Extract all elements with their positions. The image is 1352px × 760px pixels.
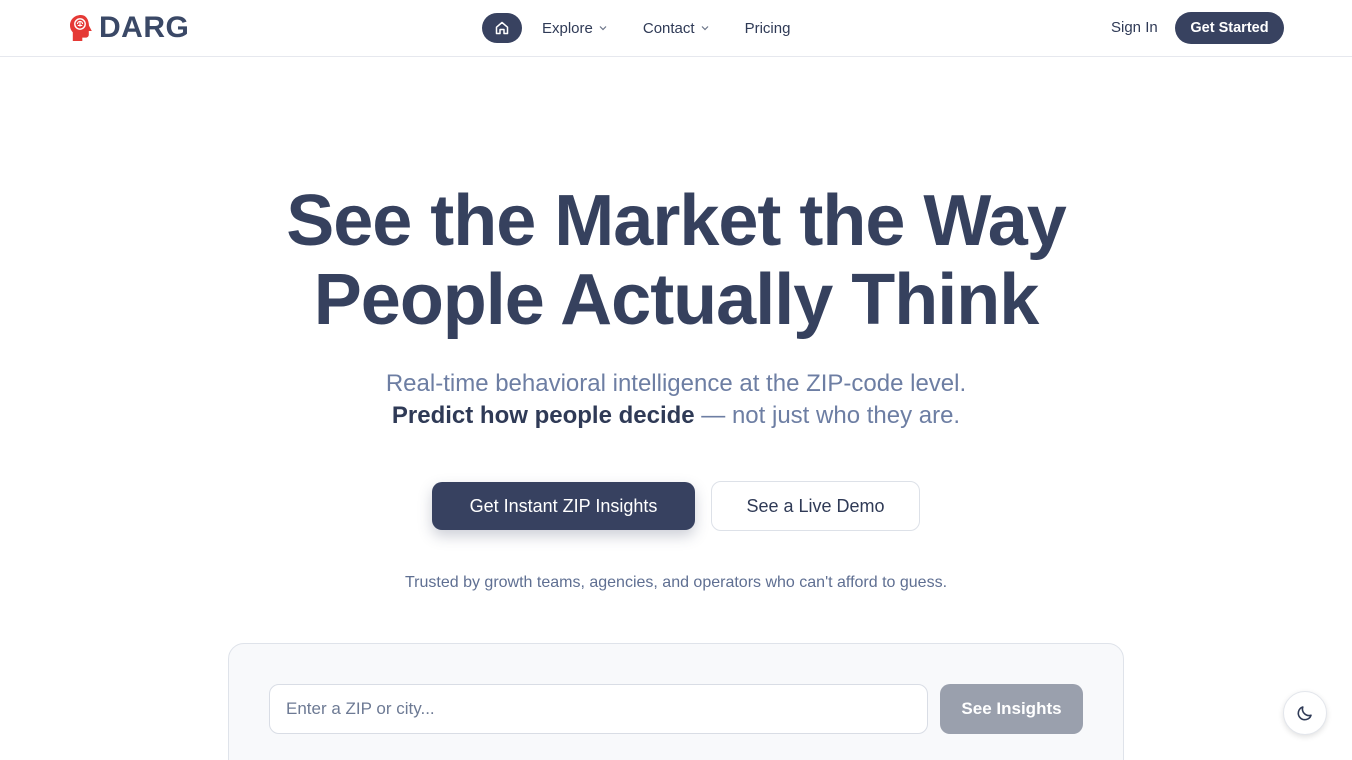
hero-subtitle-line1: Real-time behavioral intelligence at the… <box>385 370 967 397</box>
hero-subtitle-emphasis: Predict how people decide <box>391 402 695 429</box>
get-started-button[interactable]: Get Started <box>1175 12 1284 44</box>
page: DARG Explore Contact Pricing Sign In Get… <box>0 0 1352 760</box>
brand-name: DARG <box>99 11 190 44</box>
hero-subtitle-rest: — not just who they are. <box>694 402 961 429</box>
nav-pricing-label: Pricing <box>744 19 791 37</box>
sign-in-link[interactable]: Sign In <box>1111 19 1158 36</box>
hero-title-line1: See the Market the Way <box>286 181 1067 261</box>
chevron-down-icon <box>701 26 708 31</box>
see-insights-button[interactable]: See Insights <box>940 684 1083 734</box>
nav-contact-label: Contact <box>642 19 695 37</box>
zip-search-input[interactable] <box>269 684 928 734</box>
hero-title-line2: People Actually Think <box>313 260 1039 340</box>
hero-subtitle-line2: Predict how people decide — not just who… <box>176 402 1176 430</box>
search-card: See Insights <box>228 643 1124 760</box>
hero-title: See the Market the Way People Actually T… <box>176 182 1176 340</box>
chevron-down-icon <box>599 26 607 31</box>
home-button[interactable] <box>482 13 522 43</box>
moon-icon <box>1297 706 1312 721</box>
live-demo-button[interactable]: See a Live Demo <box>711 481 920 531</box>
trusted-by-text: Trusted by growth teams, agencies, and o… <box>404 574 948 591</box>
main-nav: Explore Contact Pricing <box>482 13 790 43</box>
home-icon <box>495 21 509 35</box>
nav-explore[interactable]: Explore <box>542 20 607 37</box>
top-header: DARG Explore Contact Pricing Sign In Get… <box>0 0 1352 57</box>
get-zip-insights-button[interactable]: Get Instant ZIP Insights <box>432 482 695 530</box>
nav-explore-label: Explore <box>542 19 593 37</box>
brain-head-icon <box>70 15 92 41</box>
theme-toggle-button[interactable] <box>1283 691 1327 735</box>
nav-contact[interactable]: Contact <box>643 20 709 37</box>
nav-pricing[interactable]: Pricing <box>745 20 791 37</box>
logo[interactable]: DARG <box>67 11 190 44</box>
